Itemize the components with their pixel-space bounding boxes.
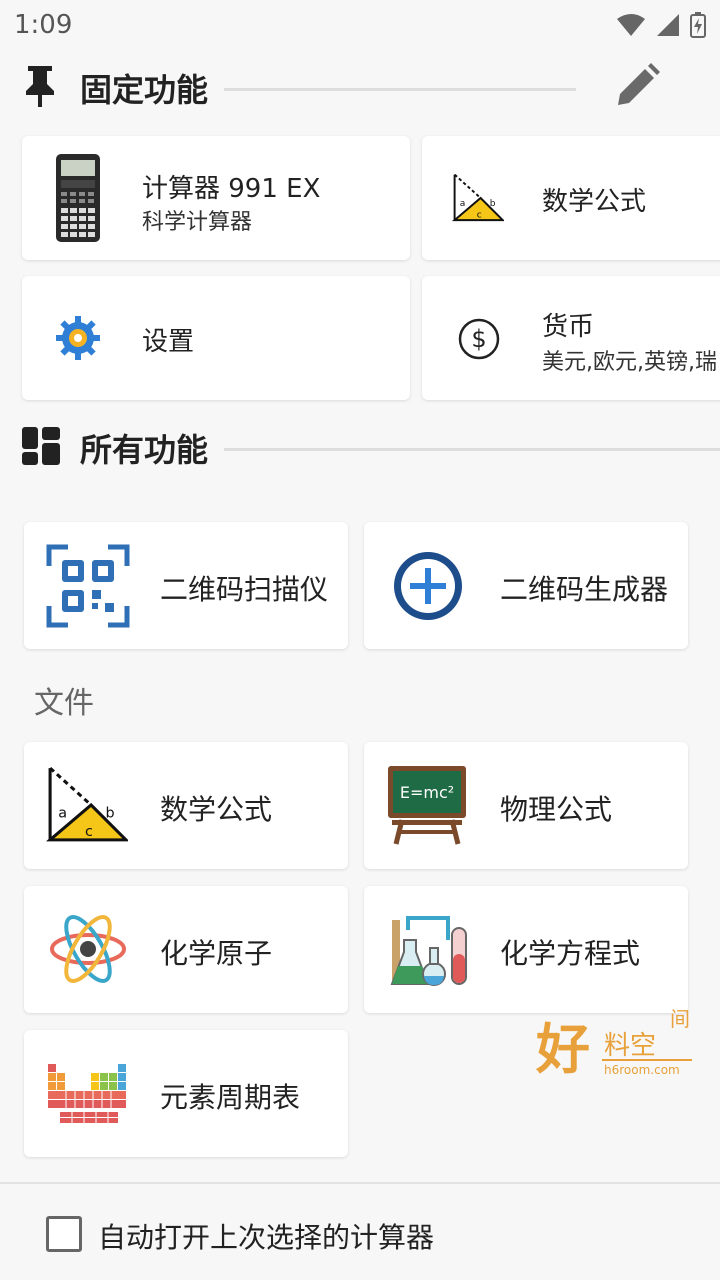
card-title: 设置 [142,327,195,357]
card-title: 二维码生成器 [500,573,669,606]
wifi-icon [617,14,645,36]
card-periodic-table[interactable]: 元素周期表 [24,1030,348,1157]
pinned-title: 固定功能 [80,71,209,109]
auto-open-checkbox[interactable] [46,1216,82,1252]
card-physics-formula[interactable]: E=mc² 物理公式 [364,742,688,869]
gear-icon [54,314,102,366]
card-subtitle: 科学计算器 [142,210,253,235]
card-title: 化学方程式 [500,937,641,970]
svg-text:$: $ [471,325,486,353]
battery-icon [690,12,706,38]
status-time: 1:09 [14,10,73,40]
category-files-label: 文件 [34,686,94,721]
svg-text:a: a [58,805,67,821]
svg-text:h6room.com: h6room.com [604,1063,680,1077]
atom-icon [48,908,128,994]
plus-circle-icon [390,548,466,628]
periodic-table-icon [46,1062,128,1128]
card-qr-generator[interactable]: 二维码生成器 [364,522,688,649]
blackboard-icon: E=mc² [386,764,468,850]
divider [224,88,576,91]
card-chemical-equation[interactable]: 化学方程式 [364,886,688,1013]
dollar-icon: $ [458,318,500,364]
svg-text:间: 间 [670,1007,690,1031]
triangle-formula-icon: a b c [45,764,130,850]
card-title: 物理公式 [500,793,613,826]
divider [224,448,720,451]
edit-icon[interactable] [614,63,660,113]
card-title: 货币 [542,312,595,342]
qr-scan-icon [46,544,130,632]
svg-text:a: a [460,199,466,209]
all-functions-section-header: 所有功能 [0,418,720,478]
pinned-card-calculator[interactable]: 计算器 991 EX 科学计算器 [22,136,410,260]
card-math-formula[interactable]: a b c 数学公式 [24,742,348,869]
card-chemistry-atom[interactable]: 化学原子 [24,886,348,1013]
pinned-card-math-formula[interactable]: a b c 数学公式 [422,136,720,260]
svg-text:c: c [477,211,482,221]
card-title: 二维码扫描仪 [160,573,329,606]
status-icons [616,12,706,38]
auto-open-label: 自动打开上次选择的计算器 [98,1221,435,1254]
card-qr-scanner[interactable]: 二维码扫描仪 [24,522,348,649]
pinned-card-settings[interactable]: 设置 [22,276,410,400]
pinned-section-header: 固定功能 [0,58,720,118]
bottom-bar: 自动打开上次选择的计算器 [0,1182,720,1280]
calculator-icon [56,154,100,246]
card-title: 计算器 991 EX [142,174,321,204]
card-title: 元素周期表 [160,1081,301,1114]
watermark-logo: 好 料空 间 h6room.com [532,1002,702,1082]
svg-text:好: 好 [535,1017,590,1081]
pin-icon [22,64,58,112]
pinned-card-currency[interactable]: $ 货币 美元,欧元,英镑,瑞 [422,276,720,400]
triangle-formula-icon: a b c [451,172,506,228]
card-title: 数学公式 [542,187,647,217]
status-bar: 1:09 [0,0,720,50]
card-title: 化学原子 [160,937,273,970]
card-subtitle: 美元,欧元,英镑,瑞 [542,350,717,375]
lab-flask-icon [388,910,470,992]
card-title: 数学公式 [160,793,273,826]
svg-text:b: b [105,805,114,821]
all-functions-title: 所有功能 [80,431,209,469]
svg-text:E=mc²: E=mc² [400,783,454,802]
svg-text:c: c [85,824,93,840]
dashboard-icon [22,427,60,469]
svg-text:料空: 料空 [604,1031,656,1061]
svg-text:b: b [490,199,496,209]
signal-icon [657,14,679,36]
